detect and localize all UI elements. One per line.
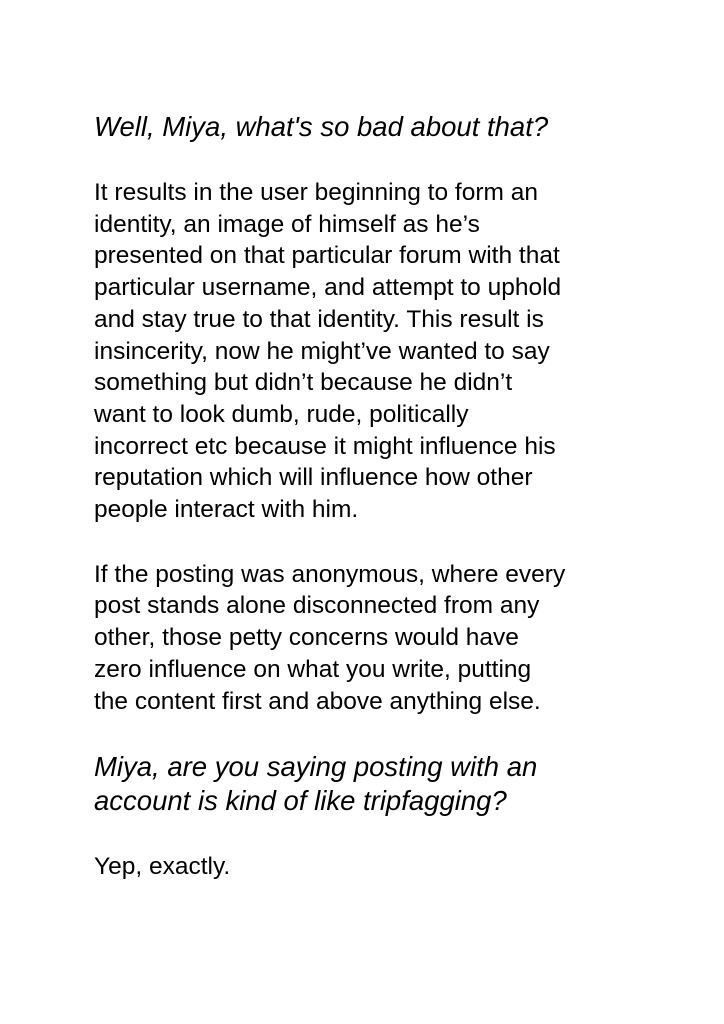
question-1: Well, Miya, what's so bad about that? <box>94 110 654 144</box>
paragraph-line: particular username, and attempt to upho… <box>94 274 562 302</box>
paragraph-line: other, those petty concerns would have <box>94 624 519 652</box>
paragraph-line: presented on that particular forum with … <box>94 242 560 270</box>
question-line: Well, Miya, what's so bad about that? <box>94 111 549 142</box>
answer-paragraph-2: If the posting was anonymous, where ever… <box>94 559 654 718</box>
question-2: Miya, are you saying posting with an acc… <box>94 750 654 818</box>
question-line: Miya, are you saying posting with an <box>94 751 538 783</box>
paragraph-line: It results in the user beginning to form… <box>94 179 538 206</box>
paragraph-line: people interact with him. <box>94 496 359 524</box>
paragraph-line: want to look dumb, rude, politically <box>94 400 469 428</box>
paragraph-line: the content first and above anything els… <box>94 687 541 715</box>
paragraph-line: something but didn’t because he didn’t <box>94 369 513 397</box>
paragraph-line: incorrect etc because it might influence… <box>94 432 556 460</box>
answer-paragraph-3: Yep, exactly. <box>94 851 654 883</box>
paragraph-line: Yep, exactly. <box>94 853 231 881</box>
paragraph-line: post stands alone disconnected from any <box>94 592 540 620</box>
answer-paragraph-1: It results in the user beginning to form… <box>94 177 654 526</box>
paragraph-line: and stay true to that identity. This res… <box>94 305 544 333</box>
paragraph-line: zero influence on what you write, puttin… <box>94 655 532 683</box>
question-line: account is kind of like tripfagging? <box>94 785 507 817</box>
paragraph-line: reputation which will influence how othe… <box>94 464 533 492</box>
paragraph-line: insincerity, now he might’ve wanted to s… <box>94 337 550 365</box>
paragraph-line: identity, an image of himself as he’s <box>94 210 480 238</box>
paragraph-line: If the posting was anonymous, where ever… <box>94 560 566 588</box>
document-page: Well, Miya, what's so bad about that? It… <box>94 110 654 883</box>
